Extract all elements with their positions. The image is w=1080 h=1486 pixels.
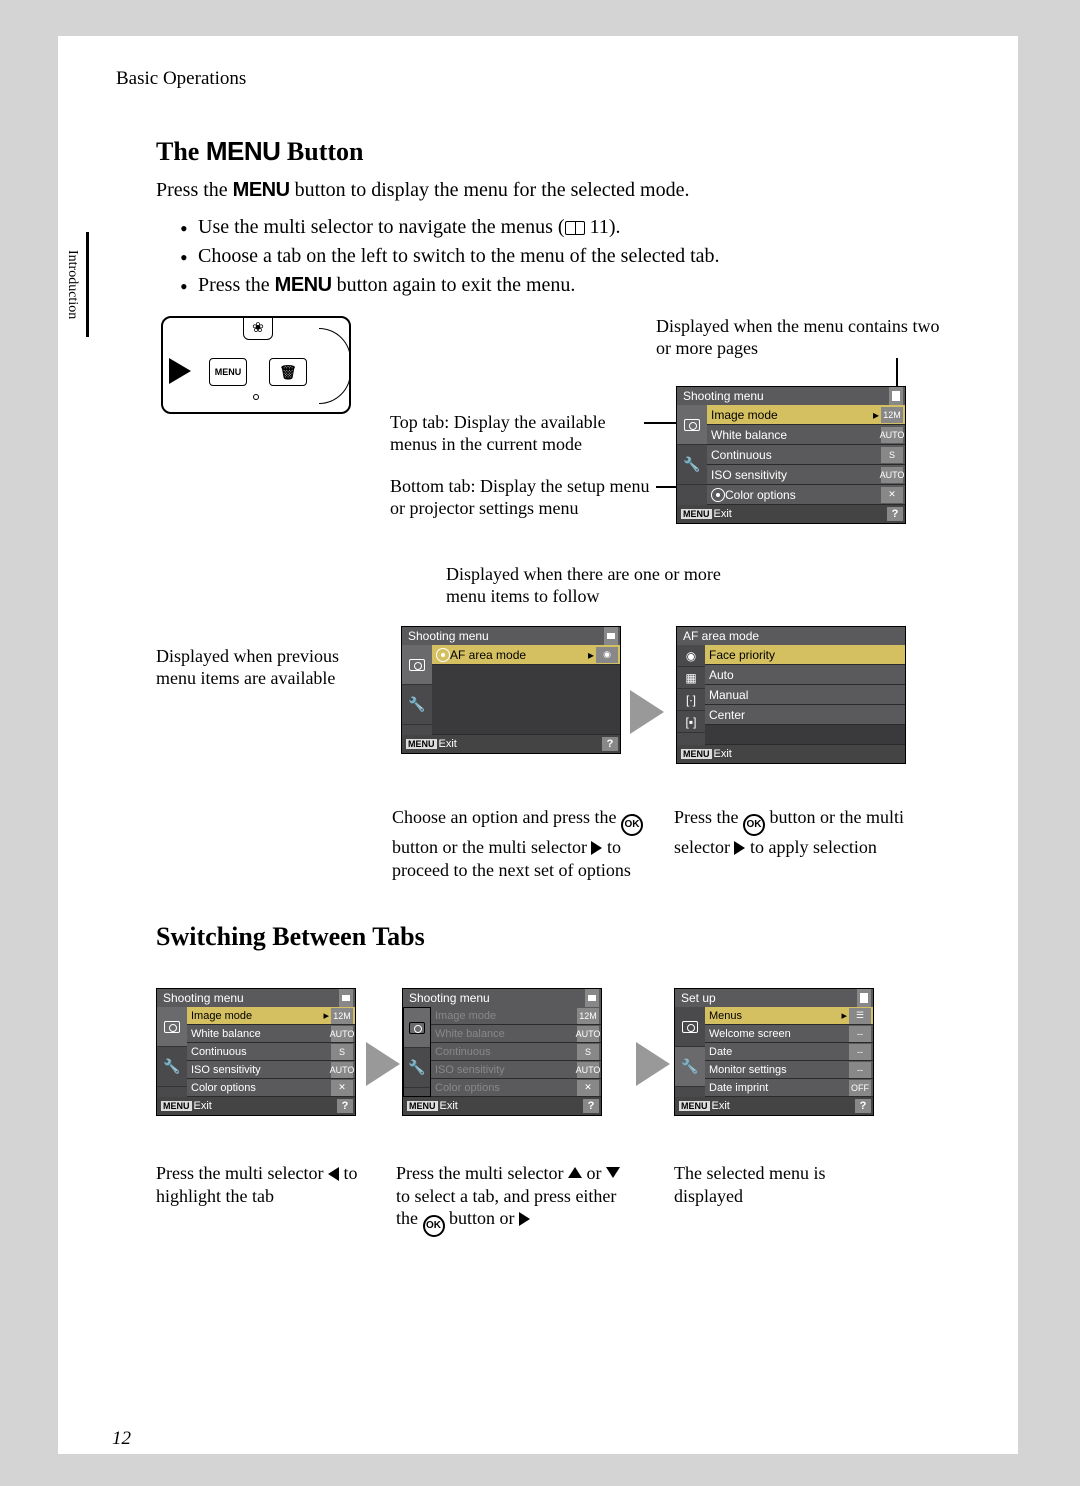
callout-bottom-tab: Bottom tab: Display the setup menu or pr… xyxy=(390,476,650,519)
menu-tabs: 🔧 xyxy=(677,405,707,505)
menu-item-color: Color options✕ xyxy=(707,485,905,505)
lcd-shooting-menu: Shooting menu 🔧 Image mode▸12M White bal… xyxy=(676,386,906,524)
camera-delete-button: 🗑 xyxy=(269,358,307,386)
menu-glyph: MENU xyxy=(206,136,281,166)
ok-button-icon: OK xyxy=(621,814,643,836)
camera-menu-button: MENU xyxy=(209,358,247,386)
camera-back-drawing: ❀ MENU 🗑 xyxy=(161,316,351,414)
lcd-shooting-menu-2: Shooting menu 🔧 AF area mode▸◉ MENUExit? xyxy=(401,626,621,754)
menu-footer: MENUExit? xyxy=(677,505,905,523)
arrow-right-icon xyxy=(636,1042,670,1086)
section-header: Basic Operations xyxy=(116,68,978,90)
menu-title: Shooting menu xyxy=(402,627,620,645)
caption-step1: Press the multi selector to highlight th… xyxy=(156,1162,366,1207)
callout-top-tab: Top tab: Display the available menus in … xyxy=(390,412,640,455)
shooting-tab-icon xyxy=(157,1007,187,1047)
menu-item-iso: ISO sensitivityAUTO xyxy=(707,465,905,485)
more-below-icon xyxy=(711,488,725,502)
manual-icon: [∙] xyxy=(677,689,705,711)
callout-more-items: Displayed when there are one or more men… xyxy=(446,564,746,607)
menu-item-manual: Manual xyxy=(705,685,905,705)
shooting-tab-icon xyxy=(677,405,707,445)
section-choose-option: Displayed when previous menu items are a… xyxy=(156,626,978,916)
menu-item-af-area: AF area mode▸◉ xyxy=(432,645,620,665)
caption-step2: Press the multi selector or to select a … xyxy=(396,1162,626,1237)
down-arrow-icon xyxy=(606,1167,620,1178)
chapter-tab: Introduction xyxy=(58,232,89,337)
bullet-2: Choose a tab on the left to switch to th… xyxy=(180,242,978,271)
intro-text: Press the MENU button to display the men… xyxy=(156,177,978,203)
pointer-arrow-icon xyxy=(169,358,191,384)
left-arrow-icon xyxy=(328,1167,339,1181)
shooting-tab-icon xyxy=(675,1007,705,1047)
setup-tab-icon: 🔧 xyxy=(157,1047,187,1087)
caption-step3: The selected menu is displayed xyxy=(674,1162,884,1207)
more-above-icon xyxy=(436,648,450,662)
menu-item-white-balance: White balanceAUTO xyxy=(707,425,905,445)
caption-apply-selection: Press the OK button or the multi selecto… xyxy=(674,806,934,859)
menu-item-auto: Auto xyxy=(705,665,905,685)
face-priority-icon: ◉ xyxy=(677,645,705,667)
book-icon xyxy=(565,221,585,235)
bullet-1: Use the multi selector to navigate the m… xyxy=(180,213,978,242)
camera-dial xyxy=(319,328,351,404)
lcd-setup-menu: Set up 🔧 Menus▸☰ Welcome screen-- Date--… xyxy=(674,988,874,1116)
center-icon: [▪] xyxy=(677,711,705,733)
bullet-list: Use the multi selector to navigate the m… xyxy=(180,213,978,300)
bullet-3: Press the MENU button again to exit the … xyxy=(180,271,978,300)
section-menu-illustration: ❀ MENU 🗑 Top tab: Display the available … xyxy=(156,316,978,626)
menu-item: Image mode▸12M xyxy=(187,1007,355,1025)
shooting-tab-icon xyxy=(402,645,432,685)
caption-choose-option: Choose an option and press the OK button… xyxy=(392,806,652,882)
setup-tab-icon: 🔧 xyxy=(677,445,707,485)
callout-prev-items: Displayed when previous menu items are a… xyxy=(156,646,366,689)
right-arrow-icon xyxy=(591,841,602,855)
camera-dot xyxy=(253,394,259,400)
leader-line xyxy=(896,358,898,388)
setup-tab-icon: 🔧 xyxy=(402,685,432,725)
menu-item-continuous: ContinuousS xyxy=(707,445,905,465)
section-switching-tabs: Shooting menu 🔧 Image mode▸12M White bal… xyxy=(156,962,978,1272)
auto-icon: ▦ xyxy=(677,667,705,689)
page-indicator-icon xyxy=(889,387,903,405)
page-number: 12 xyxy=(112,1428,131,1450)
menu-item-menus: Menus▸☰ xyxy=(705,1007,873,1025)
menu-title: AF area mode xyxy=(677,627,905,645)
page: Basic Operations Introduction The MENU B… xyxy=(58,36,1018,1454)
heading-switching-tabs: Switching Between Tabs xyxy=(156,922,978,952)
setup-tab-icon: 🔧 xyxy=(675,1047,705,1087)
shooting-tab-icon xyxy=(404,1008,430,1048)
lcd-step2: Shooting menu 🔧 Image mode12M White bala… xyxy=(402,988,602,1116)
menu-title: Shooting menu xyxy=(677,387,905,405)
callout-pages: Displayed when the menu contains two or … xyxy=(656,316,956,359)
macro-icon: ❀ xyxy=(243,316,273,340)
menu-item-image-mode: Image mode▸12M xyxy=(707,405,905,425)
menu-empty xyxy=(432,665,620,735)
heading-menu-button: The MENU Button xyxy=(156,136,978,167)
lcd-af-area-mode: AF area mode ◉ ▦ [∙] [▪] Face priority A… xyxy=(676,626,906,764)
arrow-right-icon xyxy=(366,1042,400,1086)
menu-item-center: Center xyxy=(705,705,905,725)
menu-item-face-priority: Face priority xyxy=(705,645,905,665)
help-icon: ? xyxy=(887,507,903,521)
up-arrow-icon xyxy=(568,1167,582,1178)
arrow-right-icon xyxy=(630,690,664,734)
setup-tab-icon: 🔧 xyxy=(404,1048,430,1088)
lcd-step1: Shooting menu 🔧 Image mode▸12M White bal… xyxy=(156,988,356,1116)
